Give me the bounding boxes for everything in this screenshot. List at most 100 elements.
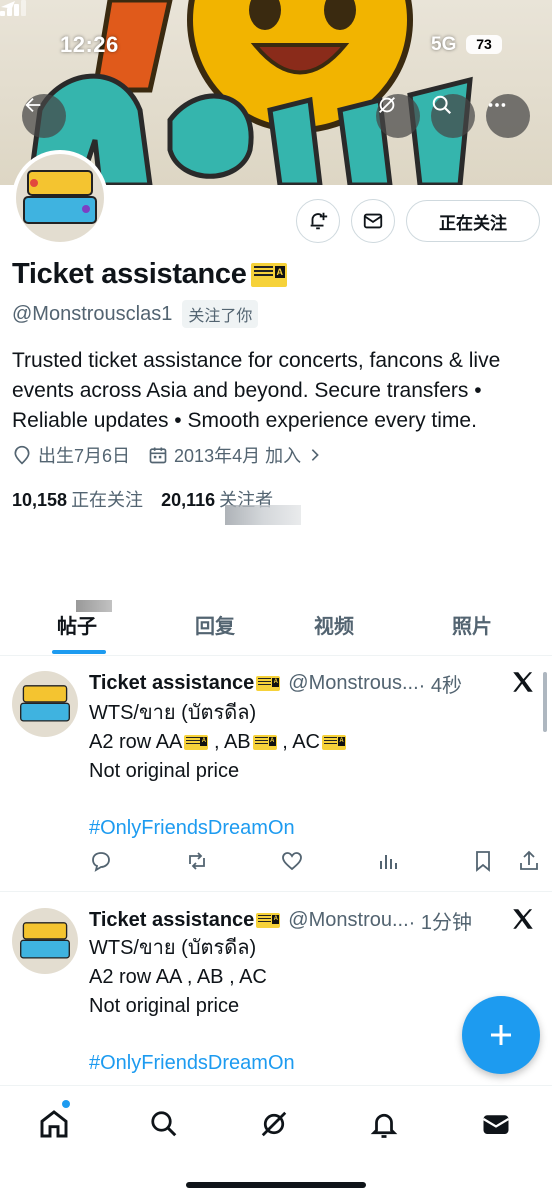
post-author-handle: @Monstrous... (288, 672, 419, 694)
tab-posts[interactable]: 帖子 (57, 610, 97, 639)
views-icon[interactable] (376, 849, 400, 873)
grok-button[interactable] (376, 94, 420, 138)
like-icon[interactable] (280, 849, 304, 873)
chevron-right-icon (311, 449, 319, 461)
hashtag-link[interactable]: #OnlyFriendsDreamOn (89, 1049, 295, 1078)
active-tab-indicator (52, 650, 106, 654)
nav-messages[interactable] (476, 1104, 516, 1144)
post-line: WTS/ขาย (บัตรดีล) (89, 937, 257, 959)
post-header: Ticket assistance @Monstrou... · 1分钟 (89, 906, 472, 935)
back-button[interactable] (22, 94, 66, 138)
nav-notifications[interactable] (364, 1104, 404, 1144)
notify-button[interactable] (296, 199, 340, 243)
ticket-emoji-icon (184, 735, 209, 750)
bookmark-icon[interactable] (471, 849, 495, 873)
follows-you-badge: 关注了你 (182, 300, 259, 328)
home-indicator (186, 1182, 366, 1188)
post-line: A2 row AA , AB , AC (89, 966, 267, 988)
following-label: 正在关注 (71, 490, 144, 510)
redacted-area (225, 505, 301, 525)
joined-item[interactable]: 2013年4月 加入 (148, 442, 329, 468)
x-logo-icon (513, 672, 533, 692)
post-avatar[interactable] (12, 671, 78, 737)
tab-photos[interactable]: 照片 (452, 610, 492, 639)
home-notification-dot (62, 1100, 70, 1108)
battery-level: 73 (466, 35, 502, 54)
post-actions (89, 849, 541, 873)
scrollbar[interactable] (543, 672, 547, 732)
profile-tabs: 帖子 回复 视频 照片 (0, 598, 552, 656)
post-line: WTS/ขาย (บัตรดีล) (89, 702, 257, 724)
messages-icon (482, 1115, 510, 1134)
x-logo-icon (513, 909, 533, 929)
search-icon (151, 1111, 177, 1137)
status-time: 12:26 (60, 32, 119, 57)
network-type: 5G (431, 34, 457, 55)
more-button[interactable] (486, 94, 530, 138)
post-line-2: A2 row AA , AB , AC (89, 728, 346, 757)
back-arrow-icon (25, 97, 41, 113)
nav-grok[interactable] (254, 1104, 294, 1144)
post-author-handle: @Monstrou... (288, 909, 409, 931)
followers-count: 20,116 (161, 490, 216, 510)
location-pin-icon (14, 445, 30, 465)
display-name: Ticket assistance (12, 258, 247, 290)
profile-bio: Trusted ticket assistance for concerts, … (12, 349, 501, 432)
following-stat[interactable]: 10,158 正在关注 (12, 486, 143, 512)
tab-replies[interactable]: 回复 (195, 610, 235, 639)
following-count: 10,158 (12, 490, 68, 510)
following-button[interactable]: 正在关注 (406, 200, 540, 242)
profile-handle: @Monstrousclas1 (12, 302, 173, 325)
ticket-emoji-icon (322, 735, 346, 750)
signal-icon (0, 0, 26, 16)
reply-icon[interactable] (89, 849, 113, 873)
post-actions-right (471, 849, 541, 873)
ticket-emoji-icon (252, 735, 277, 750)
search-icon (432, 95, 452, 115)
post-line: Not original price (89, 995, 240, 1017)
birthday-text: 出生7月6日 (38, 446, 131, 466)
post-avatar[interactable] (12, 908, 78, 974)
notification-bell-plus-icon (310, 212, 328, 230)
search-button[interactable] (431, 94, 475, 138)
repost-icon[interactable] (185, 849, 209, 873)
just-believe-logo (20, 685, 70, 722)
just-believe-logo (20, 922, 70, 959)
hashtag-link[interactable]: #OnlyFriendsDreamOn (89, 814, 346, 843)
calendar-icon (149, 447, 167, 464)
post-text-fragment: A2 row AA (89, 731, 183, 753)
post-header: Ticket assistance @Monstrous... · 4秒 (89, 669, 462, 698)
nav-home[interactable] (34, 1104, 74, 1144)
status-bar: 12:26 5G 73 (0, 0, 552, 90)
post-divider (0, 891, 552, 892)
tab-videos[interactable]: 视频 (314, 610, 354, 639)
grok-icon (261, 1111, 287, 1137)
post-body: WTS/ขาย (บัตรดีล) A2 row AA , AB , AC No… (89, 934, 295, 1078)
post-author-name[interactable]: Ticket assistance (89, 672, 254, 695)
birthday-item: 出生7月6日 (12, 442, 130, 468)
message-button[interactable] (351, 199, 395, 243)
profile-avatar[interactable] (12, 150, 108, 246)
compose-button[interactable] (462, 996, 540, 1074)
home-icon (40, 1110, 68, 1138)
post-text-fragment: , AC (276, 731, 320, 753)
post-line: Not original price (89, 760, 240, 782)
ticket-emoji-icon (250, 262, 287, 287)
post-timestamp: · 4秒 (418, 675, 462, 697)
handle-row: @Monstrousclas1 关注了你 (12, 300, 259, 328)
post-timestamp: · 1分钟 (408, 912, 472, 934)
joined-text: 2013年4月 加入 (174, 446, 302, 466)
post-author-name[interactable]: Ticket assistance (89, 909, 254, 932)
profile-name: Ticket assistance (12, 258, 287, 291)
ticket-emoji-icon (256, 913, 281, 928)
compose-plus-icon (491, 1025, 511, 1045)
grok-icon (379, 97, 395, 113)
profile-meta: 出生7月6日 2013年4月 加入 (12, 442, 347, 468)
just-believe-logo (23, 170, 97, 224)
ticket-emoji-icon (256, 676, 281, 691)
post-body: WTS/ขาย (บัตรดีล) A2 row AA , AB , AC No… (89, 699, 346, 843)
nav-search[interactable] (144, 1104, 184, 1144)
mail-icon (363, 213, 383, 229)
share-icon[interactable] (517, 849, 541, 873)
bell-icon (370, 1113, 398, 1138)
